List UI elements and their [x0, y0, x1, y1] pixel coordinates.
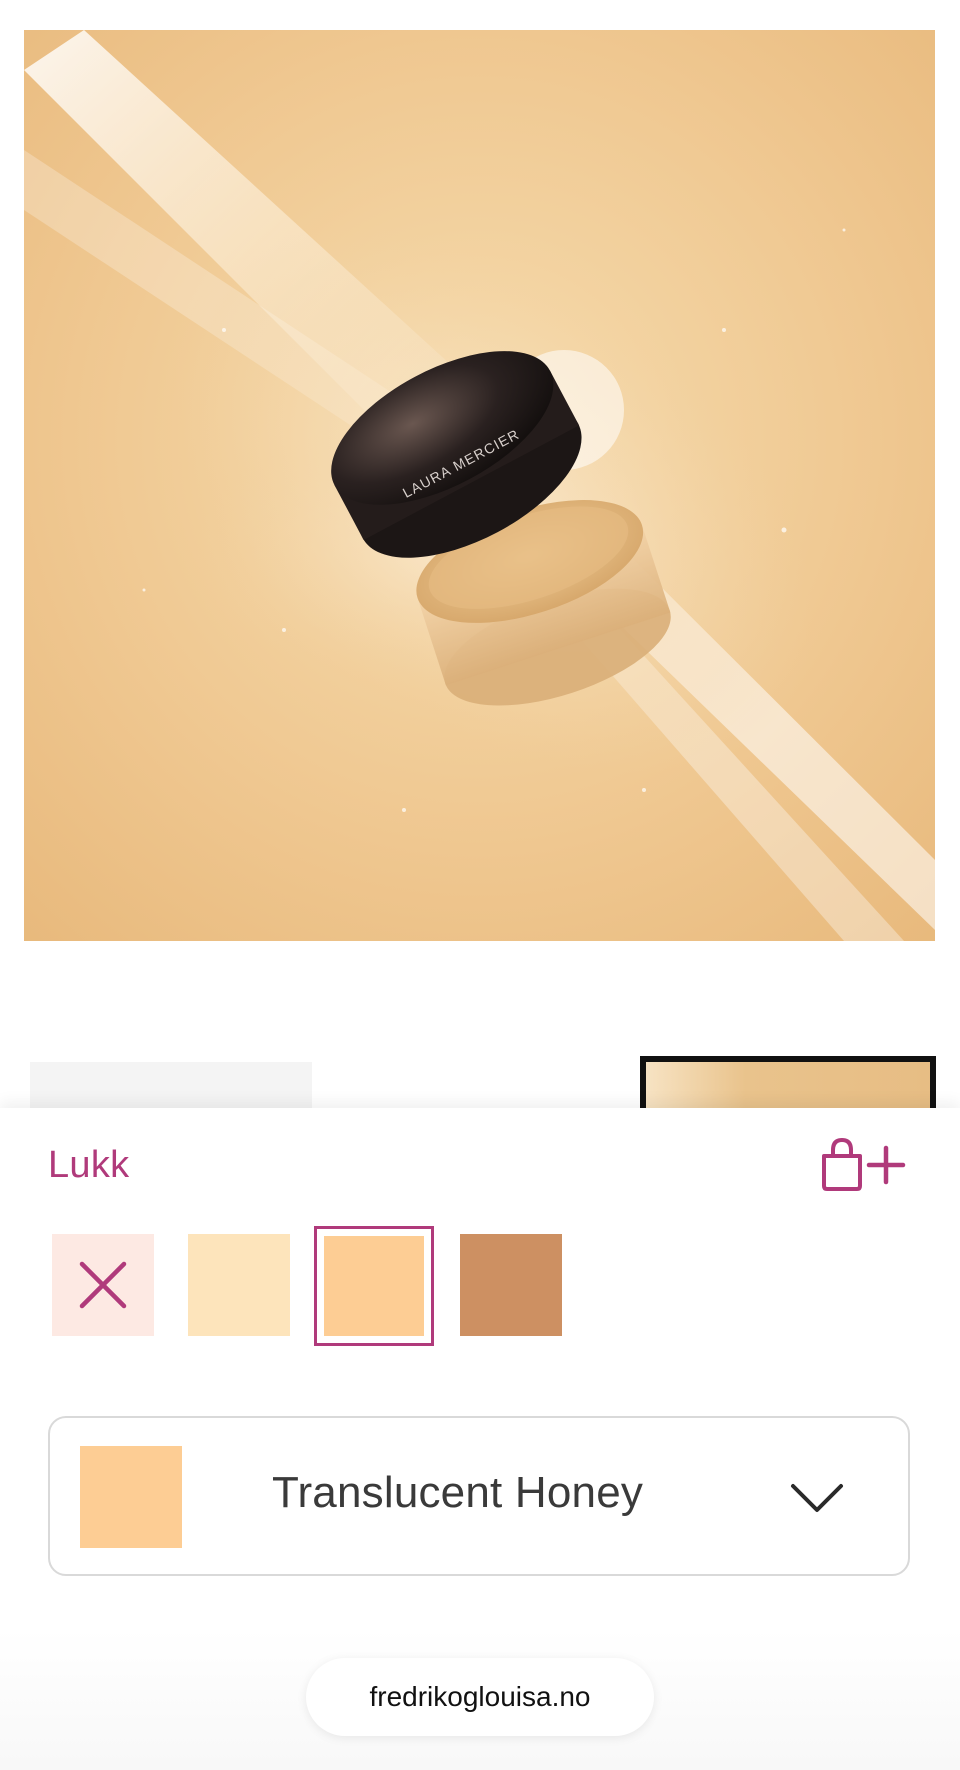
swatch-translucent[interactable] [188, 1234, 290, 1336]
bag-plus-icon [822, 1137, 906, 1191]
browser-domain-pill[interactable]: fredrikoglouisa.no [306, 1658, 654, 1736]
shade-picker-sheet: Lukk Translucent Honey fredrikoglouisa.n… [0, 1108, 960, 1770]
swatch-none[interactable] [52, 1234, 154, 1336]
swatch-medium-deep[interactable] [460, 1234, 562, 1336]
selected-shade-label: Translucent Honey [272, 1468, 644, 1517]
close-x-icon [79, 1261, 127, 1309]
close-button[interactable]: Lukk [48, 1144, 129, 1187]
swatch-fill [324, 1236, 424, 1336]
shade-dropdown[interactable]: Translucent Honey [48, 1416, 910, 1576]
swatch-translucent-honey-selected[interactable] [314, 1226, 434, 1346]
add-to-bag-button[interactable] [820, 1136, 912, 1192]
chevron-down-icon [791, 1484, 843, 1512]
product-hero-image[interactable]: LAURA MERCIER [24, 30, 935, 941]
product-page: LAURA MERCIER Lukk Translucent Honey fre… [0, 0, 960, 1770]
selected-shade-chip [80, 1446, 182, 1548]
